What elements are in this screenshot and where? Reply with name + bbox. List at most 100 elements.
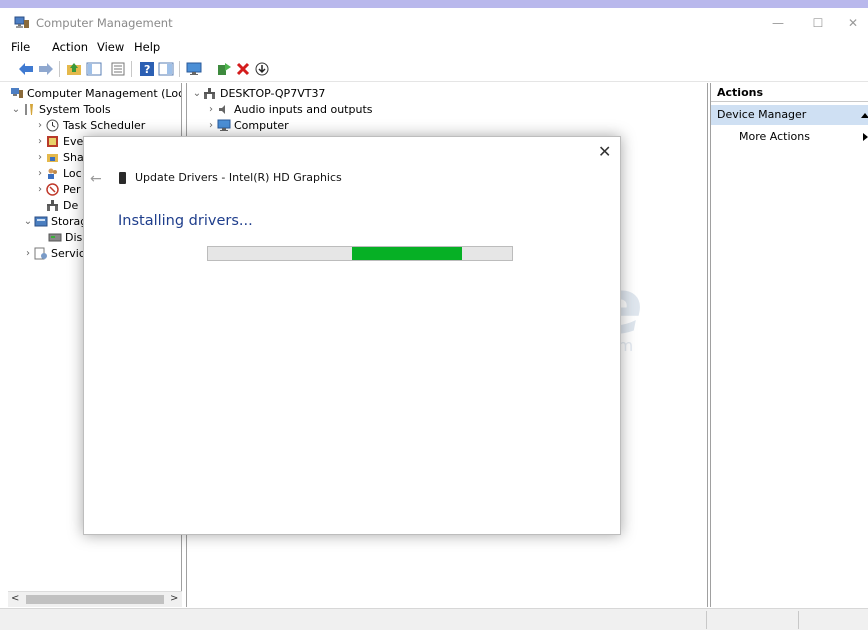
chevron-right-icon[interactable]: › bbox=[34, 168, 46, 179]
chevron-right-icon[interactable]: › bbox=[34, 184, 46, 195]
menu-bar: File Action View Help bbox=[0, 38, 868, 56]
computer-management-icon bbox=[10, 87, 24, 100]
toolbar-separator bbox=[179, 61, 180, 77]
tree-label: System Tools bbox=[39, 102, 111, 116]
window-title: Computer Management bbox=[36, 16, 173, 30]
scroll-right-icon[interactable]: > bbox=[170, 593, 178, 604]
tree-label: Eve bbox=[63, 134, 84, 148]
tree-item-computer-management[interactable]: Computer Management (Local bbox=[10, 85, 182, 101]
shared-folder-icon bbox=[46, 151, 60, 164]
chevron-right-icon[interactable]: › bbox=[22, 248, 34, 259]
more-actions-link[interactable]: More Actions bbox=[739, 130, 810, 143]
window-top-accent bbox=[0, 0, 868, 8]
device-tree-root[interactable]: ⌄ DESKTOP-QP7VT37 bbox=[191, 85, 326, 101]
tree-label: DESKTOP-QP7VT37 bbox=[220, 86, 326, 100]
minimize-button[interactable]: — bbox=[758, 12, 798, 34]
tree-label: Storag bbox=[51, 214, 88, 228]
tree-item-device-manager[interactable]: De bbox=[46, 197, 78, 213]
disk-icon bbox=[48, 231, 62, 244]
tree-item-services[interactable]: › Service bbox=[22, 245, 92, 261]
chevron-right-icon[interactable]: › bbox=[205, 104, 217, 115]
scroll-left-icon[interactable]: < bbox=[11, 593, 19, 604]
tree-item-storage[interactable]: ⌄ Storag bbox=[22, 213, 87, 229]
computer-tree-icon bbox=[203, 87, 217, 100]
tree-item-local-users[interactable]: › Loc bbox=[34, 165, 82, 181]
device-manager-icon bbox=[46, 199, 60, 212]
services-icon bbox=[34, 247, 48, 260]
status-divider bbox=[798, 611, 799, 629]
help-icon[interactable]: ? bbox=[139, 61, 155, 77]
chevron-down-icon[interactable]: ⌄ bbox=[10, 104, 22, 115]
title-bar[interactable]: Computer Management — ☐ ✕ bbox=[0, 8, 868, 38]
tree-label: Audio inputs and outputs bbox=[234, 102, 373, 116]
graphics-device-icon bbox=[119, 172, 126, 184]
dialog-back-button[interactable]: ← bbox=[90, 171, 102, 187]
chevron-right-icon[interactable]: › bbox=[34, 152, 46, 163]
monitor-icon[interactable] bbox=[186, 61, 202, 77]
chevron-down-icon[interactable]: ⌄ bbox=[191, 88, 203, 99]
menu-action[interactable]: Action bbox=[52, 40, 88, 54]
tree-label: Computer bbox=[234, 118, 289, 132]
tree-label: Task Scheduler bbox=[63, 118, 146, 132]
tree-label: Sha bbox=[63, 150, 84, 164]
tree-item-disk-management[interactable]: Dis bbox=[48, 229, 82, 245]
update-drivers-dialog: ✕ ← Update Drivers - Intel(R) HD Graphic… bbox=[83, 136, 621, 535]
install-progress-bar bbox=[207, 246, 513, 261]
menu-view[interactable]: View bbox=[97, 40, 124, 54]
actions-device-manager[interactable]: Device Manager bbox=[711, 105, 868, 125]
tree-label: Loc bbox=[63, 166, 82, 180]
back-arrow-icon[interactable] bbox=[18, 61, 34, 77]
status-bar bbox=[0, 608, 868, 630]
svg-text:?: ? bbox=[144, 63, 150, 76]
monitor-icon bbox=[217, 119, 231, 132]
dialog-title: Update Drivers - Intel(R) HD Graphics bbox=[135, 171, 342, 184]
collapse-up-icon[interactable] bbox=[861, 113, 868, 118]
clock-icon bbox=[46, 119, 60, 132]
left-pane-scrollbar[interactable]: < > bbox=[8, 591, 182, 607]
uninstall-device-icon[interactable] bbox=[235, 61, 251, 77]
show-hide-tree-icon[interactable] bbox=[86, 61, 102, 77]
chevron-down-icon[interactable]: ⌄ bbox=[22, 216, 34, 227]
forward-arrow-icon[interactable] bbox=[38, 61, 54, 77]
tree-label: De bbox=[63, 198, 79, 212]
actions-pane: Actions Device Manager More Actions bbox=[710, 83, 868, 607]
status-divider bbox=[706, 611, 707, 629]
toolbar: ? bbox=[0, 56, 868, 82]
speaker-icon bbox=[217, 103, 231, 116]
tree-label: Dis bbox=[65, 230, 83, 244]
device-tree-audio[interactable]: › Audio inputs and outputs bbox=[205, 101, 373, 117]
device-tree-computer[interactable]: › Computer bbox=[205, 117, 289, 133]
toolbar-separator bbox=[131, 61, 132, 77]
tree-item-performance[interactable]: › Per bbox=[34, 181, 81, 197]
computer-management-icon bbox=[14, 16, 30, 30]
scrollbar-thumb[interactable] bbox=[26, 595, 164, 604]
tree-item-system-tools[interactable]: ⌄ System Tools bbox=[10, 101, 111, 117]
users-icon bbox=[46, 167, 60, 180]
tree-item-event-viewer[interactable]: › Eve bbox=[34, 133, 83, 149]
menu-file[interactable]: File bbox=[11, 40, 30, 54]
close-window-button[interactable]: ✕ bbox=[838, 12, 868, 34]
tools-icon bbox=[22, 103, 36, 116]
enable-device-icon[interactable] bbox=[216, 61, 232, 77]
tree-label: Computer Management (Local bbox=[27, 86, 182, 100]
installing-status-heading: Installing drivers... bbox=[118, 213, 253, 229]
performance-icon bbox=[46, 182, 60, 196]
console-tree-icon[interactable] bbox=[158, 61, 174, 77]
chevron-right-icon[interactable]: › bbox=[34, 136, 46, 147]
toolbar-separator bbox=[59, 61, 60, 77]
tree-item-shared-folders[interactable]: › Sha bbox=[34, 149, 84, 165]
chevron-right-icon[interactable]: › bbox=[34, 120, 46, 131]
progress-fill bbox=[352, 247, 462, 260]
maximize-button[interactable]: ☐ bbox=[798, 12, 838, 34]
storage-icon bbox=[34, 215, 48, 228]
menu-help[interactable]: Help bbox=[134, 40, 160, 54]
tree-label: Per bbox=[63, 182, 81, 196]
dialog-close-button[interactable]: ✕ bbox=[598, 142, 611, 161]
folder-up-icon[interactable] bbox=[66, 61, 82, 77]
chevron-right-icon[interactable]: › bbox=[205, 120, 217, 131]
properties-icon[interactable] bbox=[110, 61, 126, 77]
update-driver-icon[interactable] bbox=[254, 61, 270, 77]
event-viewer-icon bbox=[46, 135, 60, 148]
tree-item-task-scheduler[interactable]: › Task Scheduler bbox=[34, 117, 145, 133]
submenu-arrow-icon[interactable] bbox=[863, 133, 868, 141]
